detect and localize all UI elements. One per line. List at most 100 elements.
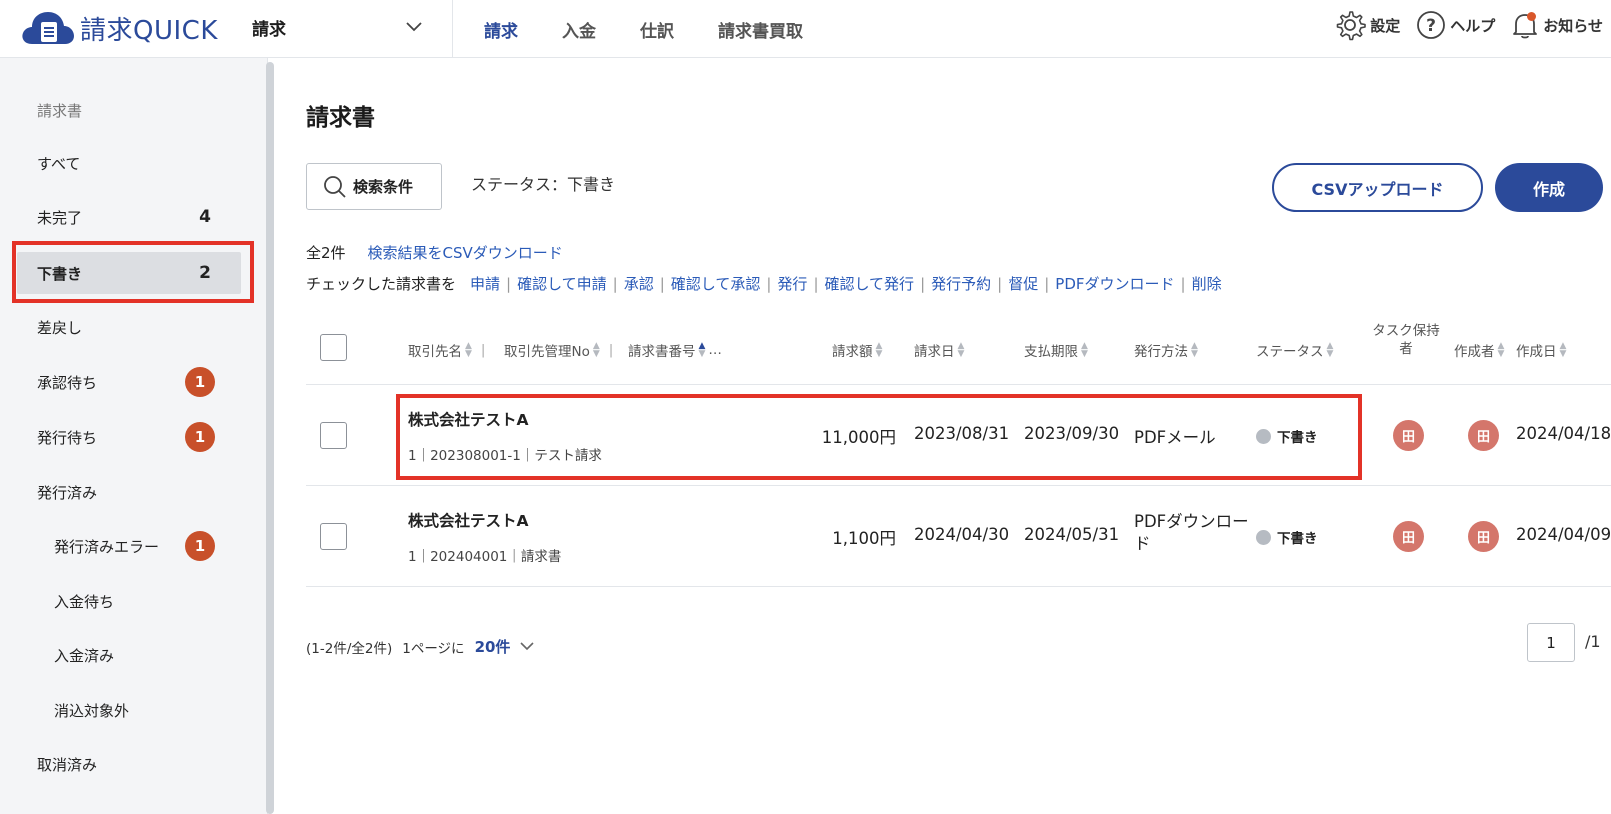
client-name[interactable]: 株式会社テストA [408, 509, 529, 531]
row-highlight-box [396, 394, 1362, 480]
bulk-apply-link[interactable]: 申請 [470, 273, 500, 294]
sidebar-item-count: 4 [199, 207, 211, 227]
col-invoice-no[interactable]: 請求書番号 ▲ ▼ … [628, 340, 722, 361]
bulk-confirm-apply-link[interactable]: 確認して申請 [517, 273, 607, 294]
notice-button[interactable]: お知らせ [1511, 10, 1603, 40]
col-creator[interactable]: 作成者 ▲ ▼ [1454, 340, 1504, 361]
bell-icon [1511, 10, 1539, 40]
bulk-pdf-download-link[interactable]: PDFダウンロード [1055, 273, 1174, 294]
col-task-holder[interactable]: タスク保持者 [1370, 322, 1442, 358]
svg-text:?: ? [1426, 16, 1436, 36]
select-all-checkbox[interactable] [320, 334, 347, 361]
col-invoice-date-label: 請求日 [914, 344, 955, 360]
separator: | [813, 274, 819, 293]
col-amount-label: 請求額 [832, 344, 873, 360]
sidebar-item-awaiting-approval[interactable]: 承認待ち 1 [17, 361, 241, 403]
nav-invoice[interactable]: 請求 [484, 14, 518, 44]
sidebar-item-label: 未完了 [37, 208, 83, 227]
bulk-schedule-issue-link[interactable]: 発行予約 [931, 273, 991, 294]
sidebar-scrollbar[interactable] [266, 62, 274, 814]
col-amount[interactable]: 請求額 ▲ ▼ [832, 340, 883, 361]
sort-icon: ▲ ▼ [875, 341, 883, 359]
nav-payment[interactable]: 入金 [562, 14, 596, 44]
col-invoice-date[interactable]: 請求日 ▲ ▼ [914, 340, 964, 361]
count-badge: 1 [185, 367, 215, 397]
draft-highlight-box [12, 241, 254, 303]
task-holder-avatar: 田 [1393, 521, 1424, 552]
col-status[interactable]: ステータス ▲ ▼ [1256, 340, 1333, 361]
row-checkbox[interactable] [320, 523, 347, 550]
more-columns-icon[interactable]: … [708, 342, 722, 358]
creator-avatar: 田 [1468, 521, 1499, 552]
sidebar-item-excluded[interactable]: 消込対象外 [17, 689, 241, 731]
pagination-info: (1-2件/全2件) 1ページに 20件 [306, 636, 535, 657]
col-method[interactable]: 発行方法 ▲ ▼ [1134, 340, 1198, 361]
sidebar-item-issued-error[interactable]: 発行済みエラー 1 [17, 525, 241, 567]
per-page-label: 1ページに [402, 640, 465, 657]
chevron-down-icon[interactable] [520, 642, 535, 651]
csv-download-link[interactable]: 検索結果をCSVダウンロード [368, 242, 563, 263]
create-button[interactable]: 作成 [1495, 163, 1603, 212]
separator: | [920, 274, 926, 293]
app-header: 請求QUICK 請求 請求 入金 仕訳 請求書買取 設定 ? ヘルプ お知らせ [0, 0, 1611, 58]
page-number-input[interactable]: 1 [1527, 623, 1575, 662]
settings-button[interactable]: 設定 [1334, 9, 1400, 41]
sidebar-item-all[interactable]: すべて [17, 142, 241, 184]
search-conditions-button[interactable]: 検索条件 [306, 163, 442, 210]
sidebar-item-label: すべて [37, 154, 81, 173]
sidebar-item-issued[interactable]: 発行済み [17, 471, 241, 513]
sort-icon: ▲ ▼ [465, 341, 472, 359]
table-row[interactable]: 株式会社テストA 1｜202404001｜請求書 1,100円 2024/04/… [306, 487, 1611, 587]
help-button[interactable]: ? ヘルプ [1416, 10, 1495, 40]
bulk-approve-link[interactable]: 承認 [624, 273, 654, 294]
nav-factoring[interactable]: 請求書買取 [718, 14, 803, 44]
search-conditions-label: 検索条件 [353, 178, 414, 196]
col-client[interactable]: 取引先名 ▲ ▼ | [408, 340, 486, 361]
sidebar-item-cancelled[interactable]: 取消済み [17, 743, 241, 785]
col-client-no[interactable]: 取引先管理No ▲ ▼ | [504, 340, 614, 361]
sidebar-item-incomplete[interactable]: 未完了 4 [17, 196, 241, 238]
sidebar-heading: 請求書 [37, 102, 83, 120]
col-status-label: ステータス [1256, 344, 1324, 360]
bulk-confirm-issue-link[interactable]: 確認して発行 [825, 273, 915, 294]
col-client-label: 取引先名 [408, 344, 462, 360]
cloud-document-icon [22, 12, 74, 44]
col-due-date[interactable]: 支払期限 ▲ ▼ [1024, 340, 1088, 361]
help-label: ヘルプ [1450, 16, 1496, 35]
sort-asc-icon: ▲ ▼ [698, 341, 706, 359]
bulk-issue-link[interactable]: 発行 [777, 273, 807, 294]
nav-journal[interactable]: 仕訳 [640, 14, 674, 44]
chevron-down-icon [406, 22, 422, 32]
col-created-date[interactable]: 作成日 ▲ ▼ [1516, 340, 1567, 361]
notice-label: お知らせ [1543, 16, 1603, 35]
bulk-remind-link[interactable]: 督促 [1008, 273, 1038, 294]
col-client-no-label: 取引先管理No [504, 344, 590, 360]
sidebar-item-returned[interactable]: 差戻し [17, 306, 241, 348]
sidebar-item-label: 消込対象外 [54, 701, 130, 720]
help-icon: ? [1417, 11, 1446, 39]
sidebar-item-label: 発行済みエラー [54, 537, 160, 556]
bulk-confirm-approve-link[interactable]: 確認して承認 [671, 273, 761, 294]
sidebar-item-paid[interactable]: 入金済み [17, 634, 241, 676]
sidebar-item-awaiting-payment[interactable]: 入金待ち [17, 580, 241, 622]
sort-icon: ▲ ▼ [1559, 341, 1567, 359]
row-checkbox[interactable] [320, 422, 347, 449]
issue-method: PDFダウンロード [1134, 512, 1249, 553]
search-icon [324, 175, 346, 198]
separator: | [480, 342, 486, 358]
per-page-select[interactable]: 20件 [475, 636, 511, 657]
page-title: 請求書 [306, 105, 375, 131]
module-select[interactable]: 請求 [252, 12, 442, 42]
status-badge: 下書き [1256, 527, 1318, 547]
csv-upload-button[interactable]: CSVアップロード [1272, 163, 1483, 212]
col-creator-label: 作成者 [1454, 344, 1495, 360]
separator: | [608, 342, 614, 358]
due-date: 2024/05/31 [1024, 525, 1120, 544]
invoice-date: 2024/04/30 [914, 525, 1010, 544]
app-logo[interactable]: 請求QUICK [20, 6, 218, 50]
sort-icon: ▲ ▼ [1081, 341, 1088, 359]
sidebar-item-label: 入金済み [54, 646, 115, 665]
bulk-delete-link[interactable]: 削除 [1192, 273, 1222, 294]
sidebar-item-awaiting-issue[interactable]: 発行待ち 1 [17, 416, 241, 458]
logo-text: 請求QUICK [80, 15, 218, 46]
